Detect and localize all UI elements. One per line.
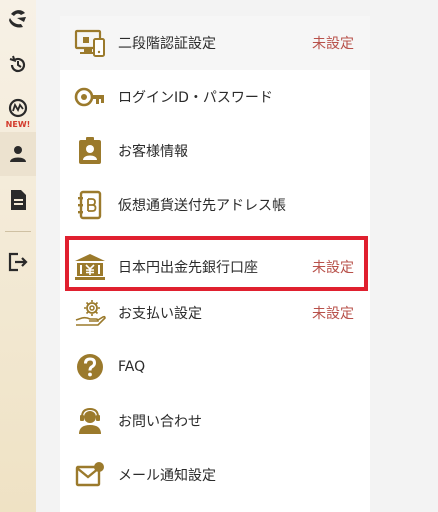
menu-item-label: お支払い設定 [118,306,202,322]
logo-icon [9,10,26,28]
settings-menu-panel: 二段階認証設定 未設定 ログインID・パスワード お客様情報 仮想通貨送付先アド… [60,16,370,512]
address-book-icon [74,189,106,221]
menu-item-address-book[interactable]: 仮想通貨送付先アドレス帳 [60,178,370,232]
menu-item-label: 日本円出金先銀行口座 [118,260,258,276]
status-badge: 未設定 [312,260,354,276]
payment-gear-icon [74,297,106,329]
status-badge: 未設定 [312,36,354,52]
menu-item-label: メール通知設定 [118,468,216,484]
sidebar-logo[interactable] [0,0,36,38]
history-icon [9,55,26,73]
bank-icon [74,251,106,283]
menu-item-label: お問い合わせ [118,414,202,430]
sidebar-item-history[interactable] [0,46,36,84]
two-factor-device-icon [74,27,106,59]
sidebar-item-logout[interactable] [0,242,36,282]
status-badge: 未設定 [312,306,354,322]
menu-item-label: 仮想通貨送付先アドレス帳 [118,198,286,214]
chart-circle-icon [8,98,28,118]
menu-item-payment-settings[interactable]: お支払い設定 未設定 [60,286,370,340]
sidebar-item-account[interactable] [0,132,36,176]
key-icon [74,81,106,113]
mail-notification-icon [74,459,106,491]
sidebar-divider [5,231,31,232]
new-badge: NEW! [5,120,31,129]
menu-item-label: ログインID・パスワード [118,90,273,106]
menu-item-mail-notification[interactable]: メール通知設定 [60,448,370,502]
user-icon [10,146,26,162]
logout-icon [8,252,28,272]
customer-id-badge-icon [74,135,106,167]
sidebar-item-new-feature[interactable]: NEW! [0,92,36,134]
question-icon [74,351,106,383]
document-icon [11,190,26,210]
menu-item-customer-info[interactable]: お客様情報 [60,124,370,178]
menu-item-label: お客様情報 [118,144,188,160]
menu-item-login-password[interactable]: ログインID・パスワード [60,70,370,124]
main-area: 二段階認証設定 未設定 ログインID・パスワード お客様情報 仮想通貨送付先アド… [36,0,438,512]
menu-item-faq[interactable]: FAQ [60,340,370,394]
sidebar-item-documents[interactable] [0,180,36,220]
support-headset-icon [74,405,106,437]
menu-item-contact[interactable]: お問い合わせ [60,394,370,448]
menu-item-label: 二段階認証設定 [118,36,216,52]
menu-item-label: FAQ [118,359,146,375]
sidebar: NEW! [0,0,37,512]
menu-item-two-factor[interactable]: 二段階認証設定 未設定 [60,16,370,70]
